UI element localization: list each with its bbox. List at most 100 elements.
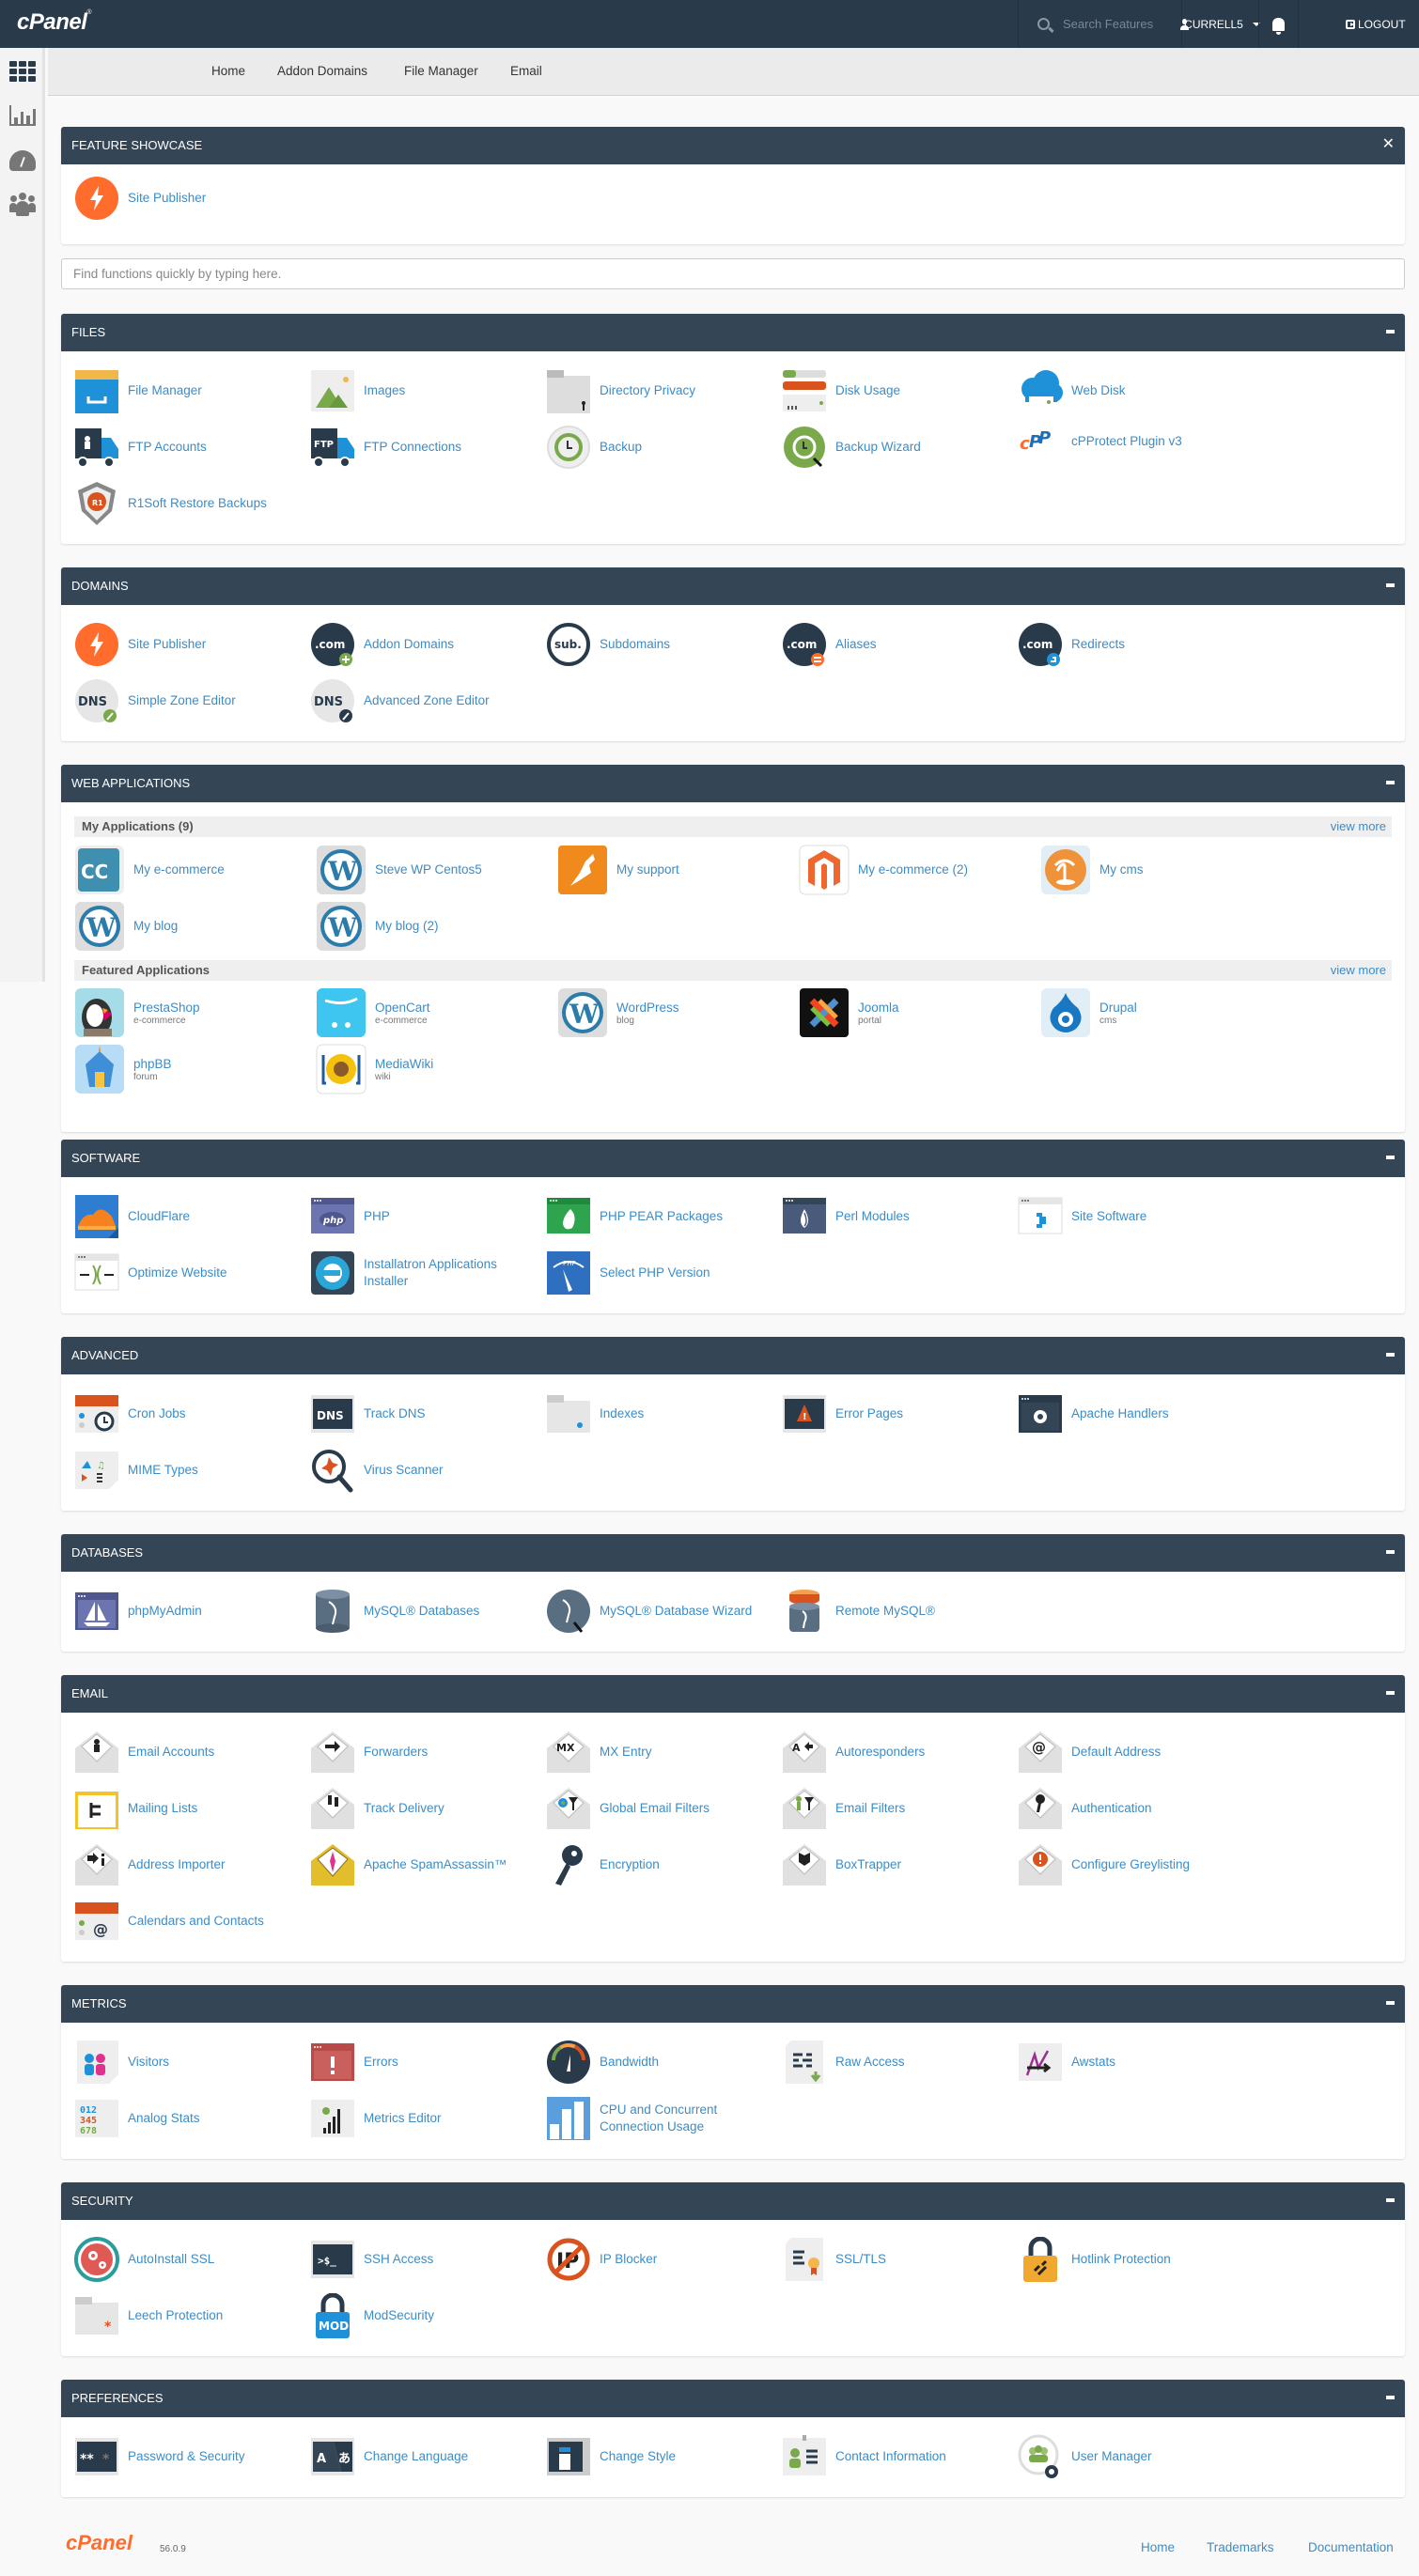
metrics-item-errors[interactable]: Errors [310,2040,536,2085]
nav-link-home[interactable]: Home [211,64,245,78]
email-item-mailing-lists[interactable]: Mailing Lists [74,1786,300,1831]
my-app-item[interactable]: W My blog [74,901,300,952]
collapse-icon[interactable] [1386,1156,1395,1159]
security-item-ssl-tls[interactable]: SSL/TLS [782,2237,1007,2282]
security-item-modsecurity[interactable]: MOD ModSecurity [310,2293,536,2338]
user-menu-button[interactable]: CURRELL5 [1180,0,1260,48]
nav-link-addon-domains[interactable]: Addon Domains [277,64,367,78]
featured-app-item[interactable]: Joomla portal [799,987,1024,1038]
files-item-backup-wizard[interactable]: Backup Wizard [782,425,1007,470]
advanced-item-error-pages[interactable]: ! Error Pages [782,1391,1007,1436]
email-item-boxtrapper[interactable]: BoxTrapper [782,1842,1007,1887]
my-app-item[interactable]: My support [557,845,783,895]
software-item-cloudflare[interactable]: CloudFlare [74,1194,300,1239]
preferences-item-contact-information[interactable]: Contact Information [782,2434,1007,2479]
nav-link-email[interactable]: Email [510,64,542,78]
featured-app-item[interactable]: OpenCart e-commerce [316,987,541,1038]
preferences-item-user-manager[interactable]: User Manager [1018,2434,1243,2479]
metrics-item-cpu-usage[interactable]: CPU and Concurrent Connection Usage [546,2096,772,2141]
security-item-hotlink-protection[interactable]: Hotlink Protection [1018,2237,1243,2282]
sidebar-item-dashboard[interactable] [8,146,38,176]
nav-link-file-manager[interactable]: File Manager [404,64,478,78]
domains-item-site-publisher[interactable]: Site Publisher [74,622,300,667]
domains-item-addon-domains[interactable]: .com Addon Domains [310,622,536,667]
files-item-ftp-connections[interactable]: FTP FTP Connections [310,425,536,470]
security-item-ip-blocker[interactable]: IP IP Blocker [546,2237,772,2282]
security-item-ssh-access[interactable]: >$_ SSH Access [310,2237,536,2282]
my-apps-view-more-link[interactable]: view more [1331,819,1386,833]
collapse-icon[interactable] [1386,583,1395,587]
notifications-button[interactable] [1258,0,1298,48]
email-item-spamassassin[interactable]: Apache SpamAssassin™ [310,1842,536,1887]
close-icon[interactable]: ✕ [1382,137,1395,152]
advanced-item-virus-scanner[interactable]: Virus Scanner [310,1448,536,1493]
files-item-file-manager[interactable]: File Manager [74,368,300,413]
my-app-item[interactable]: W My blog (2) [316,901,541,952]
footer-cpanel-logo[interactable]: cPanel [66,2531,133,2555]
email-item-authentication[interactable]: Authentication [1018,1786,1243,1831]
my-app-item[interactable]: My cms [1040,845,1266,895]
databases-item-mysql-databases[interactable]: MySQL® Databases [310,1589,536,1634]
footer-link-documentation[interactable]: Documentation [1308,2540,1394,2554]
files-item-disk-usage[interactable]: Disk Usage [782,368,1007,413]
email-item-encryption-key[interactable]: Encryption [546,1842,772,1887]
email-item-email-accounts[interactable]: Email Accounts [74,1730,300,1775]
featured-app-item[interactable]: phpBB forum [74,1044,300,1094]
metrics-item-metrics-editor[interactable]: Metrics Editor [310,2096,536,2141]
files-item-cpprotect[interactable]: cPP cPProtect Plugin v3 [1018,419,1243,464]
my-app-item[interactable]: My e-commerce (2) [799,845,1024,895]
advanced-item-apache-handlers[interactable]: Apache Handlers [1018,1391,1243,1436]
sidebar-item-user-manager[interactable] [8,189,38,219]
feature-item-site-publisher[interactable]: Site Publisher [74,176,300,221]
software-item-optimize-website[interactable]: Optimize Website [74,1250,300,1296]
metrics-item-bandwidth[interactable]: Bandwidth [546,2040,772,2085]
databases-item-remote-mysql[interactable]: Remote MySQL® [782,1589,1007,1634]
databases-item-phpmyadmin[interactable]: phpMyAdmin [74,1589,300,1634]
software-item-installatron[interactable]: Installatron Applications Installer [310,1250,536,1296]
software-item-php[interactable]: php PHP [310,1194,536,1239]
collapse-icon[interactable] [1386,1550,1395,1554]
preferences-item-change-style[interactable]: Change Style [546,2434,772,2479]
metrics-item-raw-access[interactable]: Raw Access [782,2040,1007,2085]
featured-app-item[interactable]: PrestaShop e-commerce [74,987,300,1038]
databases-item-mysql-wizard[interactable]: MySQL® Database Wizard [546,1589,772,1634]
preferences-item-password-security[interactable]: ** * Password & Security [74,2434,300,2479]
email-item-global-email-filters[interactable]: Global Email Filters [546,1786,772,1831]
footer-link-home[interactable]: Home [1141,2540,1175,2554]
metrics-item-analog-stats[interactable]: 012 345 678 Analog Stats [74,2096,300,2141]
quick-find-input[interactable] [61,258,1405,289]
collapse-icon[interactable] [1386,2001,1395,2005]
domains-item-subdomains[interactable]: sub. Subdomains [546,622,772,667]
advanced-item-indexes[interactable]: Indexes [546,1391,772,1436]
collapse-icon[interactable] [1386,2396,1395,2399]
featured-view-more-link[interactable]: view more [1331,963,1386,977]
files-item-backup[interactable]: Backup [546,425,772,470]
security-item-autoinstall-ssl[interactable]: AutoInstall SSL [74,2237,300,2282]
email-item-calendars-contacts[interactable]: @ Calendars and Contacts [74,1899,300,1944]
email-item-autoresponders[interactable]: A Autoresponders [782,1730,1007,1775]
domains-item-advanced-zone-editor[interactable]: DNS Advanced Zone Editor [310,678,536,723]
domains-item-aliases[interactable]: .com Aliases [782,622,1007,667]
software-item-php-pear[interactable]: PHP PEAR Packages [546,1194,772,1239]
preferences-item-change-language[interactable]: Aあ Change Language [310,2434,536,2479]
collapse-icon[interactable] [1386,330,1395,334]
footer-link-trademarks[interactable]: Trademarks [1207,2540,1274,2554]
featured-app-item[interactable]: W WordPress blog [557,987,783,1038]
email-item-greylisting[interactable]: Configure Greylisting [1018,1842,1243,1887]
cpanel-logo[interactable]: cPanel® [17,9,92,36]
software-item-select-php-version[interactable]: PHP Select PHP Version [546,1250,772,1296]
files-item-web-disk[interactable]: Web Disk [1018,368,1243,413]
files-item-r1soft[interactable]: R1 R1Soft Restore Backups [74,481,300,526]
collapse-icon[interactable] [1386,781,1395,784]
sidebar-item-home[interactable] [8,56,38,86]
domains-item-redirects[interactable]: .com Redirects [1018,622,1243,667]
files-item-directory-privacy[interactable]: Directory Privacy [546,368,772,413]
collapse-icon[interactable] [1386,1353,1395,1357]
email-item-track-delivery[interactable]: Track Delivery [310,1786,536,1831]
advanced-item-cron-jobs[interactable]: Cron Jobs [74,1391,300,1436]
featured-app-item[interactable]: MediaWiki wiki [316,1044,541,1094]
domains-item-simple-zone-editor[interactable]: DNS Simple Zone Editor [74,678,300,723]
metrics-item-visitors[interactable]: Visitors [74,2040,300,2085]
email-item-address-importer[interactable]: Address Importer [74,1842,300,1887]
featured-app-item[interactable]: Drupal cms [1040,987,1266,1038]
